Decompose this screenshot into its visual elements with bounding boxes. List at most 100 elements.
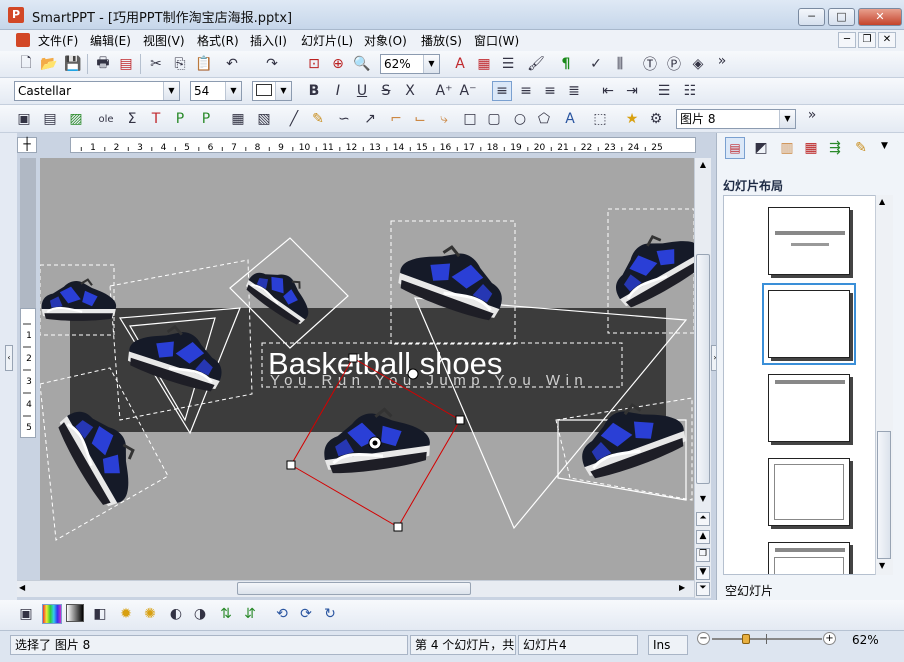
bullets-icon[interactable]: ☰ bbox=[654, 81, 674, 101]
zoom-icon[interactable]: 🔍 bbox=[352, 54, 372, 74]
indent-increase-icon[interactable]: ⇥ bbox=[622, 81, 642, 101]
layout-title-only[interactable] bbox=[768, 374, 850, 442]
font-color-select[interactable]: ▼ bbox=[252, 81, 292, 101]
scroll-up-icon[interactable]: ▲ bbox=[696, 160, 710, 172]
redo-icon[interactable]: ↷ bbox=[262, 54, 282, 74]
zoom-slider-track[interactable] bbox=[712, 638, 822, 640]
placeholder-alt-icon[interactable]: P bbox=[196, 109, 216, 129]
shrink-font-icon[interactable]: A⁻ bbox=[458, 81, 478, 101]
curve-icon[interactable]: ∽ bbox=[334, 109, 354, 129]
elbow-connector-icon[interactable]: ⌙ bbox=[410, 109, 430, 129]
justify-icon[interactable]: ≣ bbox=[564, 81, 584, 101]
vertical-ruler[interactable]: 1 2 3 4 5 bbox=[20, 308, 36, 438]
image-edit-icon[interactable]: ▧ bbox=[254, 109, 274, 129]
toolbar-overflow-icon[interactable]: » bbox=[712, 51, 732, 71]
font-size-select[interactable]: 54 ▼ bbox=[190, 81, 242, 101]
menu-object[interactable]: 对象(O) bbox=[364, 32, 407, 49]
ellipse-icon[interactable]: ○ bbox=[510, 109, 530, 129]
cut-icon[interactable]: ✂ bbox=[146, 54, 166, 74]
menu-view[interactable]: 视图(V) bbox=[143, 32, 185, 49]
paragraph-mark-icon[interactable]: ¶ bbox=[556, 54, 576, 74]
horizontal-scrollbar[interactable]: ◀ ▶ bbox=[17, 580, 694, 597]
menu-slide[interactable]: 幻灯片(L) bbox=[301, 32, 353, 49]
paste-icon[interactable]: 📋 bbox=[194, 54, 214, 74]
text-frame-icon[interactable]: ▤ bbox=[40, 109, 60, 129]
slide-canvas[interactable]: Basketball shoes You Run You Jump You Wi… bbox=[40, 158, 694, 580]
brightness-up-icon[interactable]: ✹ bbox=[116, 604, 136, 624]
align-center-icon[interactable]: ≡ bbox=[516, 81, 536, 101]
text-box-icon[interactable]: T bbox=[146, 109, 166, 129]
bold-icon[interactable]: B bbox=[304, 81, 324, 101]
menu-play[interactable]: 播放(S) bbox=[421, 32, 462, 49]
media-icon[interactable]: ▦ bbox=[228, 109, 248, 129]
layout-content[interactable] bbox=[768, 458, 850, 526]
copy-icon[interactable]: ⎘ bbox=[170, 54, 190, 74]
next-slide-icon[interactable]: ▼ bbox=[696, 566, 710, 580]
chevron-down-icon[interactable]: ▼ bbox=[881, 141, 888, 151]
black-white-icon[interactable]: ◧ bbox=[90, 604, 110, 624]
align-left-icon[interactable]: ≡ bbox=[492, 81, 512, 101]
arrow-icon[interactable]: ↗ bbox=[360, 109, 380, 129]
document-icon[interactable] bbox=[16, 33, 30, 47]
last-slide-icon[interactable]: ⏷ bbox=[696, 582, 710, 596]
scroll-right-icon[interactable]: ▶ bbox=[679, 583, 691, 595]
layout-title-content[interactable] bbox=[768, 542, 850, 574]
stats-icon[interactable]: ⫼ bbox=[610, 54, 630, 74]
scroll-thumb[interactable] bbox=[696, 254, 710, 484]
insert-chart-icon[interactable]: ▦ bbox=[474, 54, 494, 74]
object-settings-icon[interactable]: ⚙ bbox=[646, 109, 666, 129]
slide-list-icon[interactable]: ❐ bbox=[696, 548, 710, 562]
mdi-close-button[interactable]: ✕ bbox=[878, 32, 896, 48]
connector-icon[interactable]: ⌐ bbox=[386, 109, 406, 129]
menu-edit[interactable]: 编辑(E) bbox=[90, 32, 131, 49]
clipart-tab-icon[interactable]: ✎ bbox=[851, 138, 871, 158]
layout-tab-icon[interactable]: ▤ bbox=[725, 137, 745, 159]
curved-connector-icon[interactable]: ⤷ bbox=[434, 109, 454, 129]
rotate-right-icon[interactable]: ⟳ bbox=[296, 604, 316, 624]
numbering-icon[interactable]: ☷ bbox=[680, 81, 700, 101]
formula-icon[interactable]: Σ bbox=[122, 109, 142, 129]
template-t-icon[interactable]: Ⓣ bbox=[640, 54, 660, 74]
strikethrough-icon[interactable]: S bbox=[376, 81, 396, 101]
wordart-icon[interactable]: A bbox=[560, 109, 580, 129]
indent-decrease-icon[interactable]: ⇤ bbox=[598, 81, 618, 101]
rounded-rect-icon[interactable]: ▢ bbox=[484, 109, 504, 129]
placeholder-icon[interactable]: P bbox=[170, 109, 190, 129]
scroll-thumb[interactable] bbox=[877, 431, 891, 559]
flip-horizontal-icon[interactable]: ⇅ bbox=[216, 604, 236, 624]
brightness-down-icon[interactable]: ✺ bbox=[140, 604, 160, 624]
spellcheck-icon[interactable]: ✓ bbox=[586, 54, 606, 74]
free-rotate-icon[interactable]: ↻ bbox=[320, 604, 340, 624]
clear-format-icon[interactable]: X bbox=[400, 81, 420, 101]
ole-object-icon[interactable]: ole bbox=[96, 109, 116, 129]
zoom-slider-thumb[interactable] bbox=[742, 634, 751, 644]
line-icon[interactable]: ╱ bbox=[284, 109, 304, 129]
open-folder-icon[interactable]: 📂 bbox=[39, 54, 59, 74]
ruler-origin-icon[interactable]: ┼ bbox=[17, 137, 37, 153]
menu-file[interactable]: 文件(F) bbox=[38, 32, 78, 49]
rotate-left-icon[interactable]: ⟲ bbox=[272, 604, 292, 624]
color-scheme-tab-icon[interactable]: ▥ bbox=[777, 138, 797, 158]
rectangle-icon[interactable]: □ bbox=[460, 109, 480, 129]
layout-title-slide[interactable] bbox=[768, 207, 850, 275]
mdi-minimize-button[interactable]: ─ bbox=[838, 32, 856, 48]
new-icon[interactable]: 🗋 bbox=[16, 54, 36, 74]
layout-list[interactable] bbox=[723, 195, 893, 575]
zoom-in-icon[interactable]: + bbox=[823, 632, 836, 645]
transition-tab-icon[interactable]: ⇶ bbox=[825, 138, 845, 158]
zoom-fit-icon[interactable]: ⊕ bbox=[328, 54, 348, 74]
menu-format[interactable]: 格式(R) bbox=[197, 32, 239, 49]
print-icon[interactable]: 🖶 bbox=[93, 54, 113, 74]
zoom-select[interactable]: 62% ▼ bbox=[380, 54, 440, 74]
text-icon[interactable]: A bbox=[450, 54, 470, 74]
prev-slide-icon[interactable]: ▲ bbox=[696, 530, 710, 544]
scroll-thumb[interactable] bbox=[237, 582, 471, 595]
scroll-left-icon[interactable]: ◀ bbox=[19, 583, 31, 595]
contrast-down-icon[interactable]: ◑ bbox=[190, 604, 210, 624]
flip-vertical-icon[interactable]: ⇵ bbox=[240, 604, 260, 624]
font-name-select[interactable]: Castellar ▼ bbox=[14, 81, 180, 101]
undo-icon[interactable]: ↶ bbox=[222, 54, 242, 74]
animation-tab-icon[interactable]: ▦ bbox=[801, 138, 821, 158]
design-tab-icon[interactable]: ◩ bbox=[751, 138, 771, 158]
object-select[interactable]: 图片 8 ▼ bbox=[676, 109, 796, 129]
